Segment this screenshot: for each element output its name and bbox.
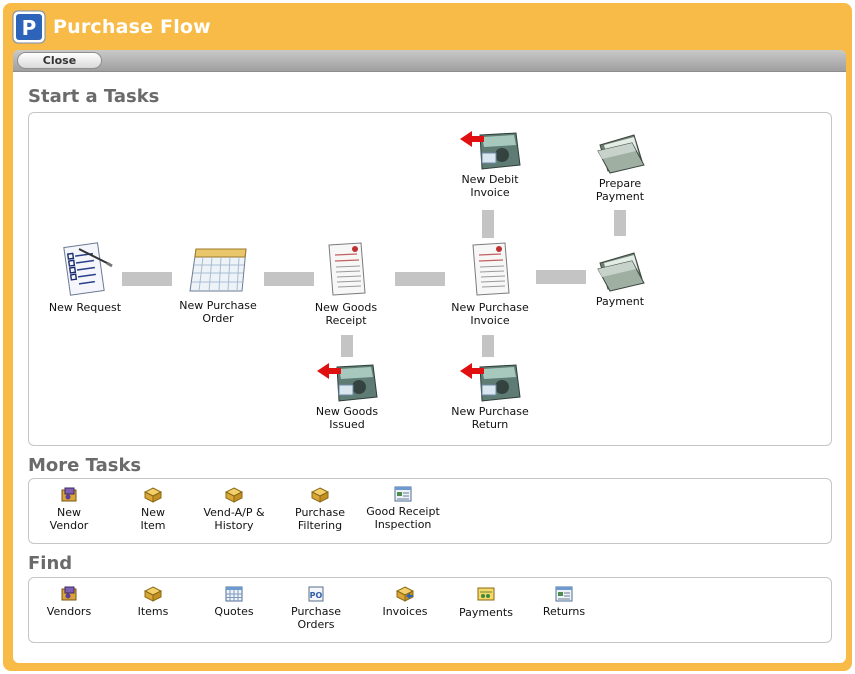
window-frame: P Purchase Flow Close Start a Tasks New …: [3, 3, 852, 671]
window-title: Purchase Flow: [53, 16, 211, 38]
svg-text:PO: PO: [310, 591, 323, 600]
find-invoices[interactable]: Invoices: [375, 586, 435, 618]
find-label: Payments: [459, 606, 513, 619]
flow-connector: [122, 272, 172, 286]
task-new-item[interactable]: New Item: [123, 487, 183, 532]
task-label: Purchase Filtering: [295, 506, 345, 532]
return-icon: [460, 363, 521, 402]
app-logo-icon: P: [12, 10, 46, 44]
flow-node-new-debit-invoice[interactable]: New Debit Invoice: [446, 125, 534, 199]
task-new-vendor[interactable]: New Vendor: [39, 487, 99, 532]
vendor-icon: [61, 586, 77, 601]
vendor-icon: [61, 487, 77, 502]
box-icon: [311, 487, 329, 503]
flow-connector: [395, 272, 445, 286]
flow-node-label: New Purchase Order: [179, 299, 257, 325]
find-label: Items: [137, 605, 169, 618]
find-label: Purchase Orders: [291, 605, 341, 631]
start-tasks-heading: Start a Tasks: [28, 86, 160, 107]
find-returns[interactable]: Returns: [534, 586, 594, 618]
flow-node-label: New Purchase Return: [451, 405, 529, 431]
flow-node-label: New Goods Receipt: [314, 301, 378, 327]
find-label: Quotes: [214, 605, 254, 618]
flow-connector: [614, 210, 626, 236]
flow-node-payment[interactable]: Payment: [585, 249, 655, 308]
find-purchase-orders[interactable]: PO Purchase Orders: [285, 586, 347, 631]
flow-node-new-goods-receipt[interactable]: New Goods Receipt: [304, 241, 388, 327]
invoice-icon: [396, 586, 414, 602]
toolbar: Close: [13, 50, 846, 72]
find-items[interactable]: Items: [123, 586, 183, 618]
flow-node-prepare-payment[interactable]: Prepare Payment: [585, 131, 655, 203]
checklist-icon: [63, 242, 113, 296]
flow-node-label: New Purchase Invoice: [451, 301, 529, 327]
task-purchase-filtering[interactable]: Purchase Filtering: [287, 487, 353, 532]
returns-icon: [555, 586, 573, 602]
find-heading: Find: [28, 553, 73, 574]
find-vendors[interactable]: Vendors: [39, 586, 99, 618]
flow-node-label: New Debit Invoice: [461, 173, 519, 199]
find-quotes[interactable]: Quotes: [204, 586, 264, 618]
box-icon: [225, 487, 243, 503]
box-icon: [144, 586, 162, 602]
flow-node-new-goods-issued[interactable]: New Goods Issued: [305, 357, 389, 431]
flow-node-new-purchase-order[interactable]: New Purchase Order: [175, 245, 261, 325]
task-good-receipt-inspection[interactable]: Good Receipt Inspection: [363, 486, 443, 531]
start-tasks-flow: New Request New Purchase Order New Goods…: [28, 112, 832, 446]
task-label: New Item: [140, 506, 166, 532]
task-vend-ap-history[interactable]: Vend-A/P & History: [197, 487, 271, 532]
folder-icon: [597, 134, 645, 174]
flow-connector: [482, 210, 494, 238]
flow-connector: [536, 270, 586, 284]
find-label: Returns: [542, 605, 586, 618]
box-icon: [144, 487, 162, 503]
flow-node-label: New Goods Issued: [315, 405, 379, 431]
more-tasks-box: New Vendor New Item Vend-A/P & History P…: [28, 478, 832, 544]
task-label: Vend-A/P & History: [203, 506, 265, 532]
po-icon: PO: [308, 586, 324, 602]
return-icon: [460, 131, 521, 170]
grid-icon: [225, 586, 243, 602]
task-label: New Vendor: [49, 506, 89, 532]
flow-node-new-purchase-return[interactable]: New Purchase Return: [446, 357, 534, 431]
payment-icon: [477, 587, 495, 601]
find-label: Invoices: [382, 605, 428, 618]
find-label: Vendors: [46, 605, 92, 618]
flow-node-label: Payment: [595, 295, 645, 308]
flow-node-new-request[interactable]: New Request: [43, 241, 127, 314]
content-panel: Close Start a Tasks New Request New Purc…: [13, 50, 846, 663]
find-box: Vendors Items Quotes PO Purchase Orders …: [28, 577, 832, 643]
document-icon: [328, 242, 366, 296]
find-payments[interactable]: Payments: [456, 586, 516, 619]
document-icon: [472, 242, 510, 296]
close-button[interactable]: Close: [17, 52, 102, 69]
inspection-icon: [394, 486, 412, 502]
app-logo-letter: P: [22, 16, 37, 40]
flow-connector: [482, 335, 494, 357]
more-tasks-heading: More Tasks: [28, 455, 142, 476]
folder-icon: [597, 252, 645, 292]
flow-connector: [341, 335, 353, 357]
flow-node-label: Prepare Payment: [595, 177, 645, 203]
calendar-icon: [189, 248, 247, 292]
return-icon: [317, 363, 378, 402]
flow-node-label: New Request: [48, 301, 122, 314]
task-label: Good Receipt Inspection: [366, 505, 440, 531]
flow-node-new-purchase-invoice[interactable]: New Purchase Invoice: [446, 241, 534, 327]
